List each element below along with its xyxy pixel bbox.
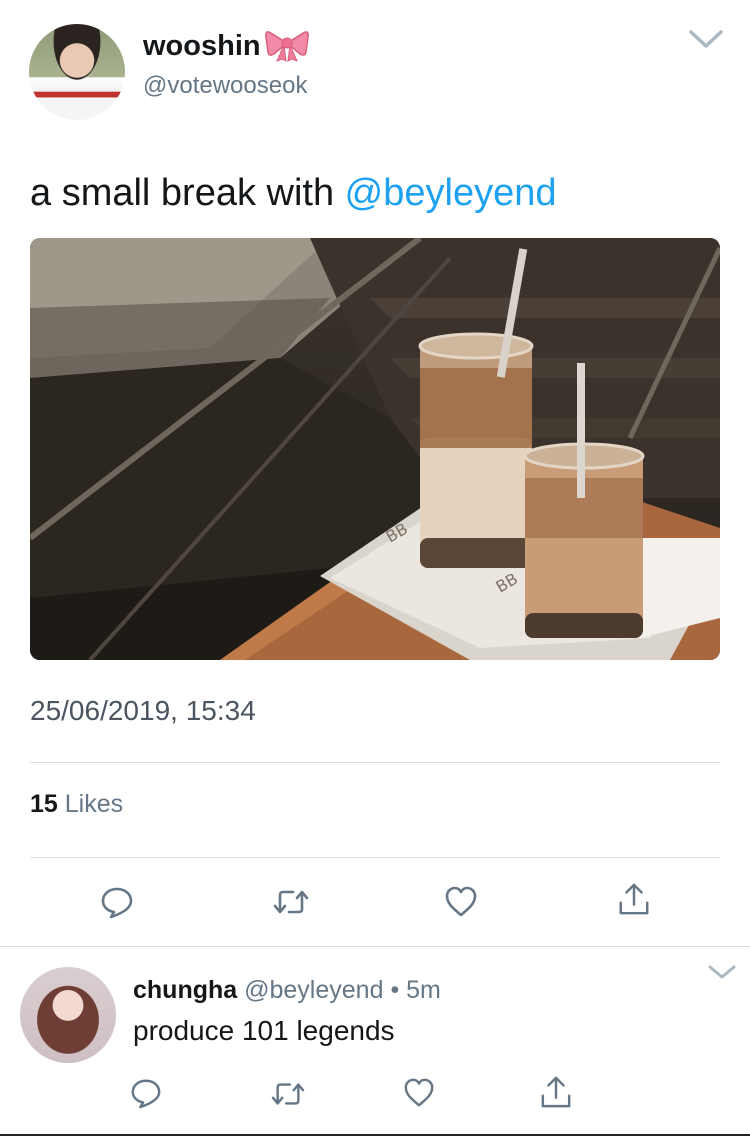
reply-time: 5m <box>406 976 441 1004</box>
likes-label: Likes <box>64 790 124 818</box>
photo-iced-coffee: BB BB <box>30 238 720 660</box>
tweet-text-body: a small break with <box>30 172 345 214</box>
tweet-timestamp: 25/06/2019, 15:34 <box>30 695 256 726</box>
reply-author-handle[interactable]: @beyleyend <box>244 976 383 1004</box>
reply-icon[interactable] <box>130 1077 162 1109</box>
thread-separator <box>0 946 750 947</box>
reply-text: produce 101 legends <box>133 1015 395 1046</box>
tweet-text: a small break with @beyleyend <box>30 172 557 215</box>
mention-link[interactable]: @beyleyend <box>345 172 557 214</box>
reply-author-name[interactable]: chungha <box>133 976 237 1004</box>
chevron-down-icon[interactable] <box>708 964 736 980</box>
chevron-down-icon[interactable] <box>688 28 724 50</box>
author-handle[interactable]: @votewooseok <box>143 72 307 100</box>
author-avatar[interactable] <box>29 24 125 120</box>
author-name[interactable]: wooshin <box>143 30 261 63</box>
share-icon[interactable] <box>617 882 651 916</box>
bow-icon <box>265 31 309 62</box>
like-icon[interactable] <box>403 1077 435 1109</box>
retweet-icon[interactable] <box>272 885 310 919</box>
reply-author-avatar[interactable] <box>20 967 116 1063</box>
divider <box>30 857 720 858</box>
like-icon[interactable] <box>444 885 478 919</box>
reply-separator: • <box>390 976 400 1004</box>
retweet-icon[interactable] <box>270 1078 306 1110</box>
reply-header: chungha @beyleyend • 5m <box>133 976 441 1005</box>
divider <box>30 762 720 763</box>
reply-icon[interactable] <box>100 885 134 919</box>
tweet-photo[interactable]: BB BB <box>30 238 720 660</box>
likes-count: 15 <box>30 790 58 818</box>
share-icon[interactable] <box>540 1075 572 1109</box>
likes-stat[interactable]: 15 Likes <box>30 790 123 819</box>
